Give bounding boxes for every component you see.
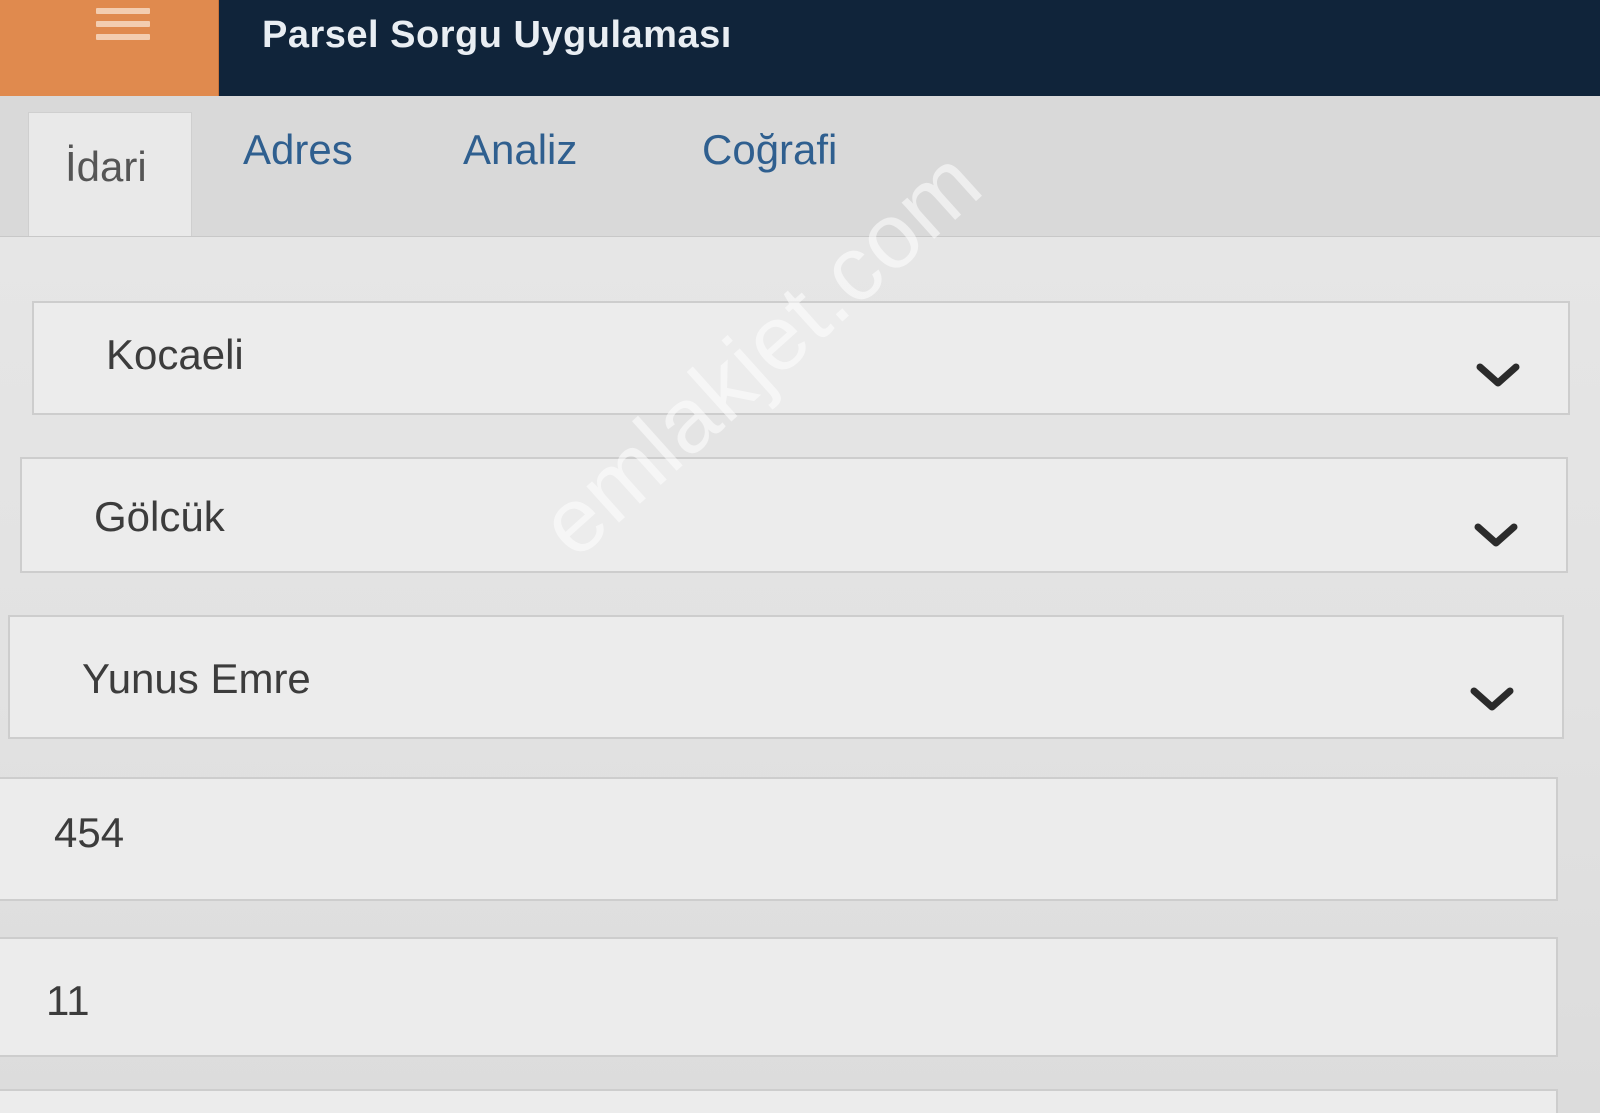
query-form: Kocaeli Gölcük Yunus Emre 454 11 <box>0 237 1600 1113</box>
tab-adres[interactable]: Adres <box>243 126 353 174</box>
ada-input-value: 454 <box>54 809 125 856</box>
app-header: Parsel Sorgu Uygulaması <box>0 0 1600 96</box>
ada-input[interactable]: 454 <box>0 777 1558 901</box>
app-title: Parsel Sorgu Uygulaması <box>262 14 732 56</box>
chevron-down-icon <box>1474 523 1518 547</box>
ilce-select[interactable]: Gölcük <box>20 457 1568 573</box>
app-window: Parsel Sorgu Uygulaması İdari Adres Anal… <box>0 0 1600 1113</box>
mahalle-select-value: Yunus Emre <box>82 655 311 702</box>
menu-button[interactable] <box>0 0 219 96</box>
ilce-select-value: Gölcük <box>94 493 225 540</box>
parsel-input[interactable]: 11 <box>0 937 1558 1057</box>
chevron-down-icon <box>1470 687 1514 711</box>
tab-idari[interactable]: İdari <box>28 112 192 236</box>
extra-input[interactable] <box>0 1089 1558 1113</box>
hamburger-menu-icon <box>96 8 150 42</box>
mahalle-select[interactable]: Yunus Emre <box>8 615 1564 739</box>
chevron-down-icon <box>1476 363 1520 387</box>
il-select[interactable]: Kocaeli <box>32 301 1570 415</box>
tab-analiz[interactable]: Analiz <box>463 126 577 174</box>
parsel-input-value: 11 <box>46 977 90 1024</box>
il-select-value: Kocaeli <box>106 331 244 378</box>
tab-bar: İdari Adres Analiz Coğrafi <box>0 96 1600 237</box>
tab-cografi[interactable]: Coğrafi <box>702 126 837 174</box>
